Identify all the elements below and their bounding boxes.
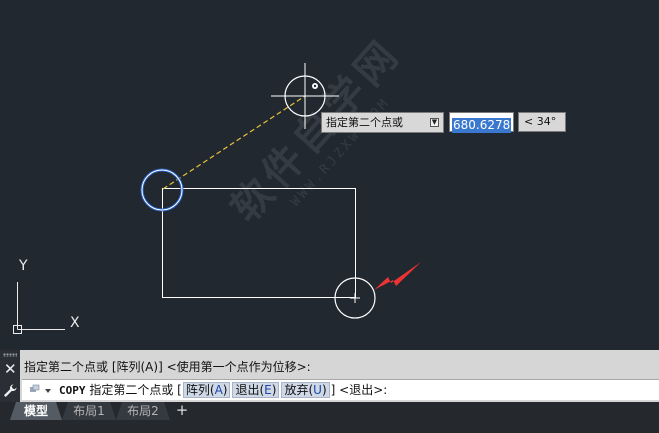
option-exit-button[interactable]: 退出(E) (232, 382, 280, 398)
command-history-line: 指定第二个点或 [阵列(A)] <使用第一个点作为位移>: (24, 360, 311, 374)
add-layout-icon[interactable]: + (172, 402, 192, 420)
tab-model[interactable]: 模型 (10, 402, 62, 420)
drag-handle-icon[interactable] (3, 353, 17, 357)
command-line-grip[interactable]: ✕ (0, 350, 20, 402)
tab-layout1[interactable]: 布局1 (62, 402, 116, 420)
ucs-x-label: X (70, 315, 80, 331)
option-array-key: A (214, 383, 223, 397)
dynamic-input-prompt-text: 指定第二个点或 (326, 116, 403, 129)
option-undo-button[interactable]: 放弃(U) (281, 382, 330, 398)
command-prompt-text: 指定第二个点或 (89, 383, 174, 397)
dynamic-input-prompt[interactable]: 指定第二个点或 ▼ (321, 112, 444, 133)
ucs-y-label: Y (19, 258, 28, 274)
bracket-open: [ (177, 383, 182, 397)
distance-input[interactable]: 680.6278 (449, 112, 514, 133)
close-icon[interactable]: ✕ (4, 362, 17, 377)
option-exit-label: 退出 (235, 383, 260, 397)
drawing-canvas[interactable]: 软件自学网 WWW.RJZXW.COM 指定第二个点或 ▼ 680.6278 <… (0, 0, 659, 350)
layout-tabs-bar: 模型 布局1 布局2 + (0, 402, 659, 433)
chevron-down-icon[interactable]: ▼ (430, 118, 439, 127)
option-undo-label: 放弃 (284, 383, 309, 397)
option-array-label: 阵列 (185, 383, 210, 397)
ucs-icon (13, 282, 65, 334)
command-icon[interactable] (27, 383, 55, 397)
bracket-close: ] (330, 383, 336, 397)
tab-layout2[interactable]: 布局2 (116, 402, 170, 420)
command-name: COPY (59, 384, 86, 397)
command-prompt: COPY 指定第二个点或 [阵列(A) 退出(E) 放弃(U)] <退出>: (59, 380, 387, 401)
default-option-text: <退出>: (339, 383, 388, 397)
command-input[interactable]: COPY 指定第二个点或 [阵列(A) 退出(E) 放弃(U)] <退出>: (22, 379, 659, 400)
option-undo-key: U (313, 383, 322, 397)
command-line-panel: ✕ 指定第二个点或 [阵列(A)] <使用第一个点作为位移>: COPY 指定第… (0, 350, 659, 402)
option-exit-key: E (264, 383, 272, 397)
angle-input[interactable]: < 34° (518, 112, 566, 132)
distance-value: 680.6278 (452, 118, 512, 133)
red-arrow-icon (374, 262, 421, 290)
angle-value: < 34° (524, 115, 557, 128)
wrench-icon[interactable] (2, 383, 18, 399)
option-array-button[interactable]: 阵列(A) (182, 382, 231, 398)
